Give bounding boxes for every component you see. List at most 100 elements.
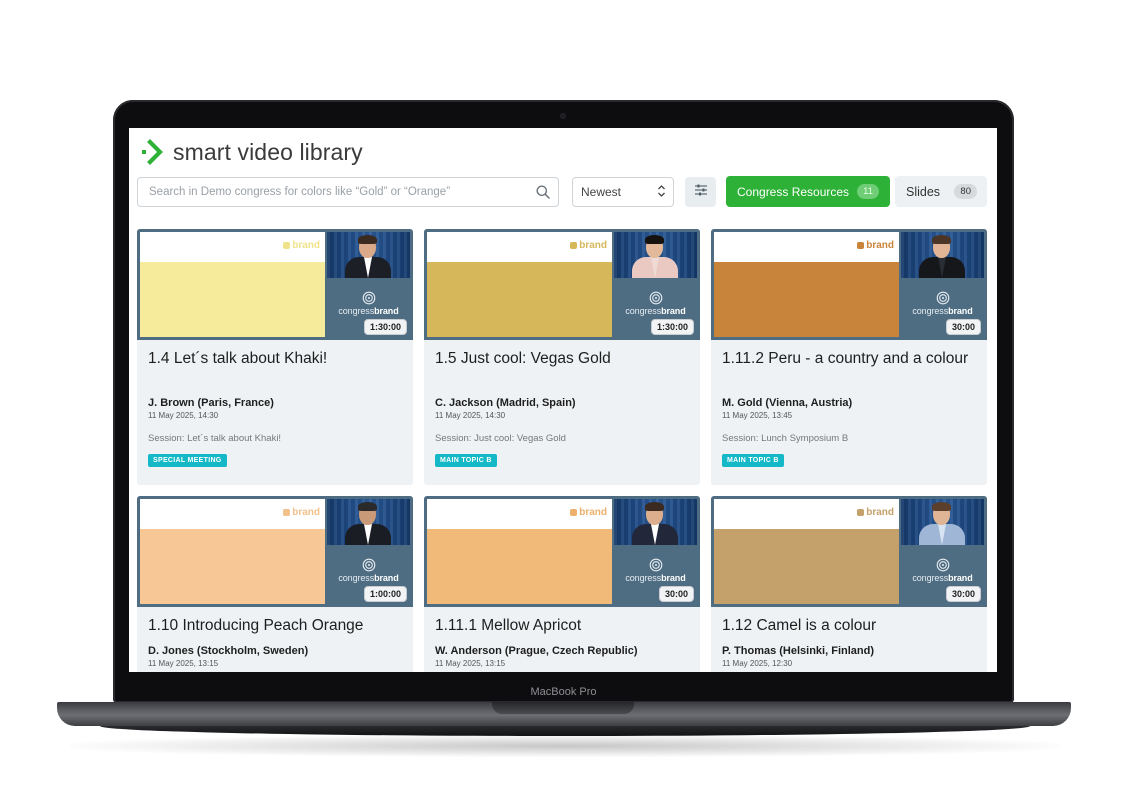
speaker-name: J. Brown (Paris, France) xyxy=(148,397,274,409)
swirl-icon xyxy=(362,291,375,305)
video-thumbnail[interactable]: brand congressbrand 1:30:00 xyxy=(137,229,413,340)
logo-text: smart video library xyxy=(173,138,363,165)
speaker-name: P. Thomas (Helsinki, Finland) xyxy=(722,645,874,657)
camera-icon xyxy=(560,113,566,119)
video-card[interactable]: brand congressbrand 1:30:00 1.5 Just coo… xyxy=(424,229,700,485)
topic-tag[interactable]: MAIN TOPIC B xyxy=(722,454,784,467)
color-swatch xyxy=(140,529,325,604)
session-name: Session: Just cool: Vegas Gold xyxy=(435,433,566,444)
session-name: Session: Lunch Symposium B xyxy=(722,433,849,444)
search-icon[interactable] xyxy=(528,178,558,206)
congressbrand-logo: congressbrand xyxy=(327,558,410,583)
device-label: MacBook Pro xyxy=(530,686,597,698)
color-swatch xyxy=(427,262,612,337)
color-swatch xyxy=(140,262,325,337)
slide-brand-logo: brand xyxy=(570,507,607,518)
speaker-name: D. Jones (Stockholm, Sweden) xyxy=(148,645,309,657)
slide-brand-logo: brand xyxy=(283,507,320,518)
brand-mark-icon xyxy=(283,242,291,249)
duration-badge: 30:00 xyxy=(945,586,981,602)
duration-badge: 1:00:00 xyxy=(363,586,407,602)
slide-preview: brand xyxy=(140,232,325,337)
slide-brand-logo: brand xyxy=(857,240,894,251)
video-title[interactable]: 1.10 Introducing Peach Orange xyxy=(148,616,402,635)
tab-label: Congress Resources xyxy=(737,184,850,199)
brand-mark-icon xyxy=(857,242,865,249)
video-date: 11 May 2025, 12:30 xyxy=(722,659,793,668)
slide-preview: brand xyxy=(140,499,325,604)
laptop-shadow xyxy=(70,735,1060,757)
slide-brand-logo: brand xyxy=(857,507,894,518)
presenter-video xyxy=(327,499,410,545)
video-title[interactable]: 1.11.2 Peru - a country and a colour xyxy=(722,349,976,387)
video-card[interactable]: brand congressbrand 1:00:00 1.10 Introdu… xyxy=(137,496,413,672)
color-swatch xyxy=(427,529,612,604)
video-title[interactable]: 1.5 Just cool: Vegas Gold xyxy=(435,349,689,387)
video-thumbnail[interactable]: brand congressbrand 1:00:00 xyxy=(137,496,413,607)
speaker-name: M. Gold (Vienna, Austria) xyxy=(722,397,853,409)
presenter-video xyxy=(327,232,410,278)
congressbrand-logo: congressbrand xyxy=(901,558,984,583)
presenter-video xyxy=(614,499,697,545)
swirl-icon xyxy=(649,291,662,305)
video-title[interactable]: 1.4 Let´s talk about Khaki! xyxy=(148,349,402,387)
swirl-icon xyxy=(936,291,949,305)
logo-chevron-icon xyxy=(141,139,167,165)
app-screen: smart video library Newest xyxy=(129,128,997,672)
video-card[interactable]: brand congressbrand 1:30:00 1.4 Let´s ta… xyxy=(137,229,413,485)
sort-arrows-icon xyxy=(657,184,666,201)
slide-brand-logo: brand xyxy=(570,240,607,251)
tab-slides[interactable]: Slides 80 xyxy=(895,176,987,207)
video-thumbnail[interactable]: brand congressbrand 30:00 xyxy=(424,496,700,607)
slide-preview: brand xyxy=(427,232,612,337)
duration-badge: 1:30:00 xyxy=(363,319,407,335)
video-thumbnail[interactable]: brand congressbrand 1:30:00 xyxy=(424,229,700,340)
swirl-icon xyxy=(936,558,949,572)
sort-value: Newest xyxy=(581,185,622,199)
video-card[interactable]: brand congressbrand 30:00 1.11.1 Mellow … xyxy=(424,496,700,672)
video-date: 11 May 2025, 13:15 xyxy=(148,659,219,668)
brand-mark-icon xyxy=(857,509,865,516)
slide-preview: brand xyxy=(714,232,899,337)
video-thumbnail[interactable]: brand congressbrand 30:00 xyxy=(711,496,987,607)
slide-preview: brand xyxy=(714,499,899,604)
video-title[interactable]: 1.12 Camel is a colour xyxy=(722,616,976,635)
search-input[interactable] xyxy=(147,185,528,199)
topic-tag[interactable]: MAIN TOPIC B xyxy=(435,454,497,467)
topic-tag[interactable]: SPECIAL MEETING xyxy=(148,454,227,467)
swirl-icon xyxy=(362,558,375,572)
tab-count-badge: 11 xyxy=(857,184,879,199)
congressbrand-logo: congressbrand xyxy=(327,291,410,316)
congressbrand-logo: congressbrand xyxy=(901,291,984,316)
tab-label: Slides xyxy=(906,184,941,199)
presenter-video xyxy=(614,232,697,278)
sliders-icon xyxy=(694,183,708,201)
duration-badge: 30:00 xyxy=(945,319,981,335)
app-logo[interactable]: smart video library xyxy=(141,138,363,166)
video-card[interactable]: brand congressbrand 30:00 1.11.2 Peru - … xyxy=(711,229,987,485)
video-date: 11 May 2025, 13:45 xyxy=(722,411,793,420)
video-thumbnail[interactable]: brand congressbrand 30:00 xyxy=(711,229,987,340)
presenter-video xyxy=(901,232,984,278)
search-bar[interactable] xyxy=(137,177,559,207)
brand-mark-icon xyxy=(570,509,578,516)
brand-mark-icon xyxy=(570,242,578,249)
tab-congress-resources[interactable]: Congress Resources 11 xyxy=(726,176,890,207)
duration-badge: 1:30:00 xyxy=(650,319,694,335)
congressbrand-logo: congressbrand xyxy=(614,291,697,316)
sort-select[interactable]: Newest xyxy=(572,177,674,207)
speaker-name: C. Jackson (Madrid, Spain) xyxy=(435,397,576,409)
slide-preview: brand xyxy=(427,499,612,604)
video-title[interactable]: 1.11.1 Mellow Apricot xyxy=(435,616,689,635)
color-swatch xyxy=(714,529,899,604)
swirl-icon xyxy=(649,558,662,572)
video-date: 11 May 2025, 14:30 xyxy=(435,411,506,420)
video-card[interactable]: brand congressbrand 30:00 1.12 Camel is … xyxy=(711,496,987,672)
video-date: 11 May 2025, 13:15 xyxy=(435,659,506,668)
laptop-hinge-notch xyxy=(492,702,634,714)
congressbrand-logo: congressbrand xyxy=(614,558,697,583)
presenter-video xyxy=(901,499,984,545)
speaker-name: W. Anderson (Prague, Czech Republic) xyxy=(435,645,638,657)
video-date: 11 May 2025, 14:30 xyxy=(148,411,219,420)
filter-button[interactable] xyxy=(685,177,716,207)
